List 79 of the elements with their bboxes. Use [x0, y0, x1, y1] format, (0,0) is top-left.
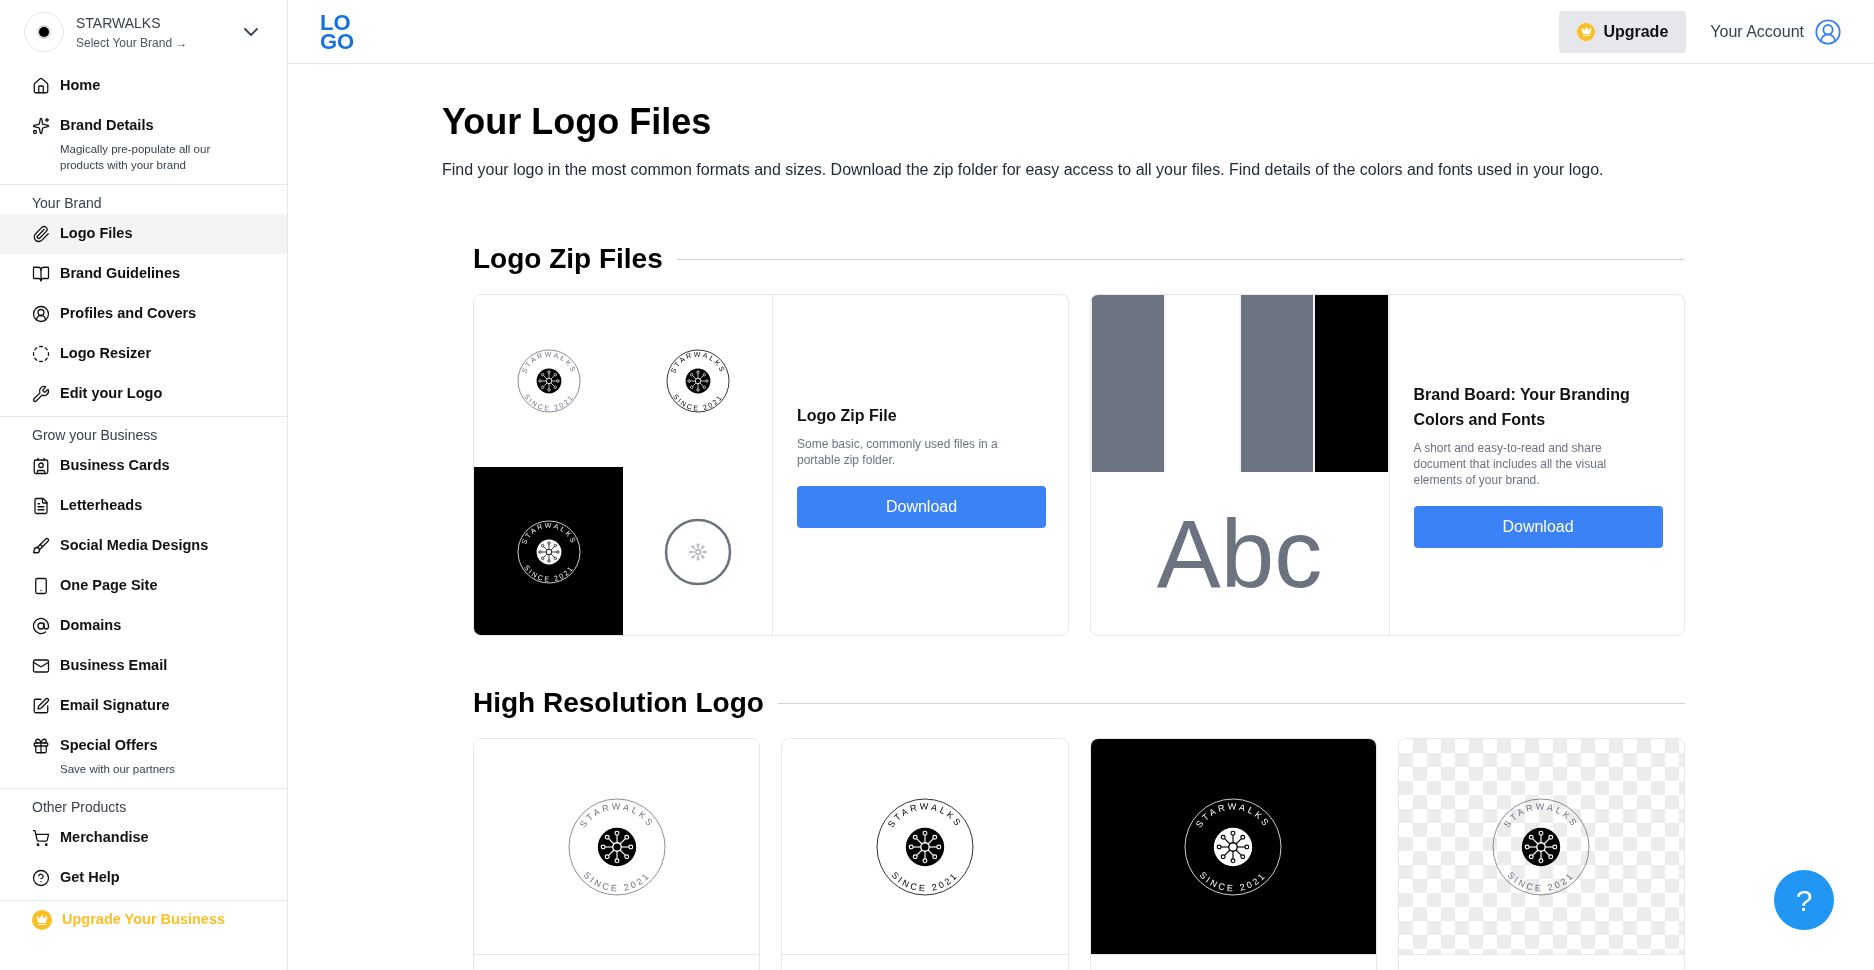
gift-icon — [32, 736, 50, 755]
nav-subtitle: Magically pre-populate all our products with your brand — [59, 141, 212, 173]
nav-item[interactable]: Logo Resizer — [0, 333, 287, 374]
paperclip-icon — [32, 224, 50, 243]
section-heading: Logo Zip Files — [473, 242, 663, 276]
phone-icon — [32, 576, 50, 595]
nav-label: Edit your Logo — [60, 383, 163, 403]
upgrade-button[interactable]: Upgrade — [1559, 10, 1687, 53]
dashed-circle-icon — [32, 344, 50, 363]
nav-item[interactable]: Email Signature — [0, 685, 287, 726]
nav-label: Home — [60, 76, 101, 96]
nav-label: One Page Site — [60, 575, 158, 595]
house-icon — [32, 77, 50, 95]
help-circle-icon — [32, 868, 50, 887]
nav-label: Letterheads — [60, 495, 143, 515]
emblem-drawing — [517, 520, 580, 584]
mail-icon — [32, 656, 50, 675]
font-sample: Abc — [1156, 505, 1323, 602]
user-circle-icon — [1814, 17, 1842, 46]
card-description: A short and easy-to-read and share document that includes all the visual elements of your brand. — [1413, 440, 1608, 488]
card-description: Some basic, commonly used files in a portable zip folder. — [797, 435, 999, 468]
at-sign-icon — [32, 616, 50, 635]
nav-item[interactable]: One Page Site — [0, 565, 287, 606]
logo-icon-preview — [663, 518, 732, 586]
nav-item[interactable]: Business Email — [0, 645, 287, 686]
account-button[interactable]: Your Account — [1710, 17, 1842, 46]
emblem-drawing — [517, 349, 580, 413]
download-button[interactable]: Download — [1413, 506, 1663, 548]
nav-item[interactable]: Profiles and Covers — [0, 293, 287, 334]
brush-icon — [32, 536, 50, 555]
nav-item[interactable]: Get Help — [0, 857, 287, 898]
book-icon — [32, 264, 50, 283]
select-brand-link[interactable]: Select Your Brand → — [76, 33, 227, 52]
nav-item[interactable]: Brand Details Magically pre-populate all our products with your brand — [0, 106, 287, 182]
nav-item[interactable]: Letterheads — [0, 485, 287, 526]
site-logo[interactable]: LO GO — [320, 12, 355, 51]
sparkles-icon — [32, 116, 50, 135]
brand-name: STARWALKS — [76, 13, 162, 33]
emblem-drawing — [666, 349, 729, 413]
pen-square-icon — [32, 696, 50, 715]
nav-label: Domains — [60, 615, 122, 635]
card-title: Logo Zip File — [797, 405, 898, 426]
document-icon — [32, 496, 50, 515]
nav-label: Business Cards — [60, 455, 170, 475]
nav-item[interactable]: Social Media Designs — [0, 525, 287, 566]
nav-item[interactable]: Domains — [0, 605, 287, 646]
nav-label: Special Offers — [60, 735, 158, 755]
nav-label: Merchandise — [60, 827, 149, 847]
nav-item[interactable]: Merchandise — [0, 817, 287, 858]
nav-item[interactable]: Special Offers Save with our partners — [0, 725, 287, 786]
wrench-icon — [32, 384, 50, 403]
nav-label: Brand Details — [60, 116, 154, 135]
nav-label: Profiles and Covers — [60, 303, 197, 323]
nav-label: Logo Files — [60, 223, 133, 243]
id-card-icon — [32, 456, 50, 475]
nav-label: Social Media Designs — [60, 535, 209, 555]
nav-item[interactable]: Brand Guidelines — [0, 253, 287, 294]
section-heading: High Resolution Logo — [473, 686, 764, 720]
nav-item[interactable]: Home — [0, 66, 287, 106]
nav-item[interactable]: Logo Files — [0, 213, 287, 254]
nav-label: Email Signature — [60, 695, 170, 715]
page-title: Your Logo Files — [442, 100, 713, 144]
user-circle-icon — [32, 304, 50, 323]
nav-label: Business Email — [60, 655, 168, 675]
page-description: Find your logo in the most common formats and sizes. Download the zip folder for easy access to all your files. Find details of the colors and fonts used in your logo. — [442, 160, 1605, 180]
nav-item[interactable]: Edit your Logo — [0, 373, 287, 414]
nav-label: Brand Guidelines — [60, 263, 181, 283]
download-button[interactable]: Download — [797, 485, 1046, 528]
card-title: Brand Board: Your Branding Colors and Fonts — [1413, 385, 1631, 430]
crown-icon — [1577, 22, 1596, 41]
section-label: Grow your Business — [31, 425, 159, 445]
nav-item[interactable]: Business Cards — [0, 445, 287, 486]
cart-icon — [32, 828, 50, 847]
nav-label: Get Help — [60, 867, 120, 887]
section-label: Other Products — [31, 797, 128, 817]
nav-subtitle: Save with our partners — [59, 761, 177, 777]
nav-label: Logo Resizer — [60, 343, 152, 363]
crown-icon — [32, 910, 52, 930]
section-label: Your Brand — [31, 193, 103, 213]
